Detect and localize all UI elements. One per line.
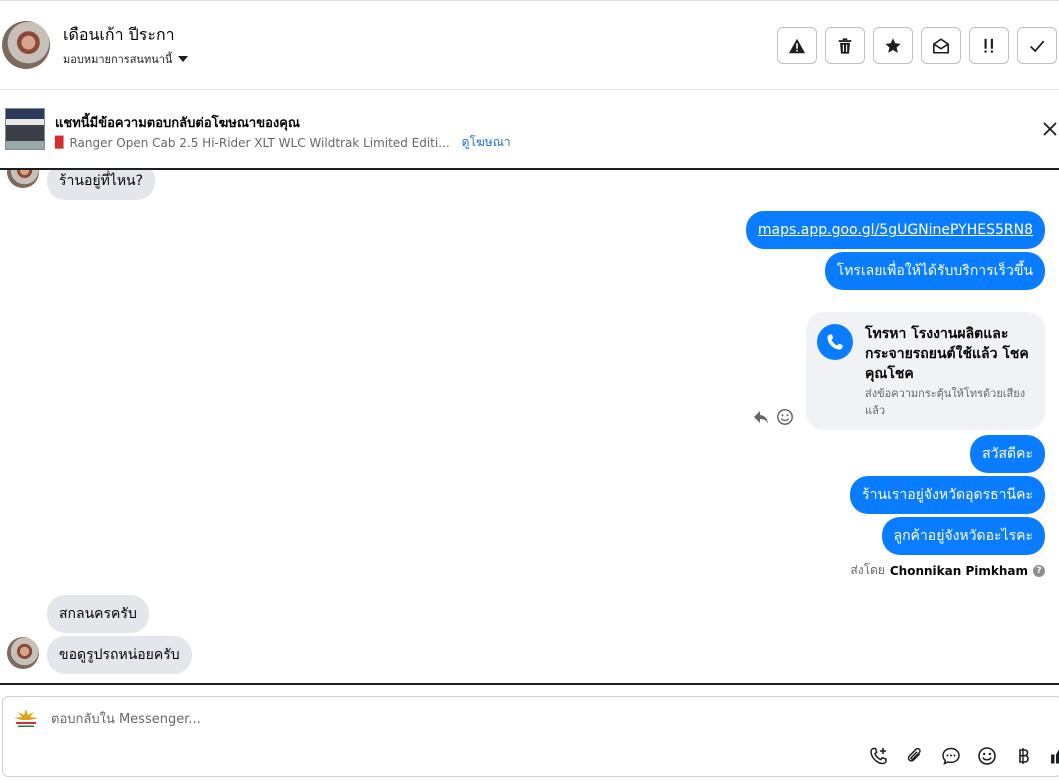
spam-button[interactable] [777,27,817,64]
message-incoming[interactable]: ขอดูรูปรถหน่อยครับ [47,636,192,674]
ad-reply-banner: แชทนี้มีข้อความตอบกลับต่อโฆษณาของคุณ █ R… [0,90,1059,170]
trash-icon [838,37,852,54]
contact-name[interactable]: เดือนเก้า ปีระกา [63,23,175,48]
message-thread[interactable]: ร้านอยู่ที่ไหน? maps.app.goo.gl/5gUGNine… [0,170,1059,683]
close-icon[interactable] [1041,120,1059,138]
reply-input[interactable] [51,707,751,731]
message-actions [752,408,794,426]
like-button[interactable] [1047,744,1059,768]
mark-unread-button[interactable] [921,27,961,64]
reply-composer [0,683,1059,780]
check-icon [1030,39,1045,52]
car-icon: █ [55,136,64,149]
envelope-open-icon [932,37,950,54]
call-card-title: โทรหา โรงงานผลิตและกระจายรถยนต์ใช้แล้ว โ… [865,326,1029,382]
assign-label: มอบหมายการสนทนานี้ [63,53,173,66]
ad-banner-title: แชทนี้มีข้อความตอบกลับต่อโฆษณาของคุณ [55,116,300,131]
composer-box [2,696,1059,777]
saved-replies-button[interactable] [939,744,963,768]
ad-thumbnail[interactable] [5,108,45,150]
emoji-react-icon[interactable] [776,408,794,426]
message-incoming[interactable]: ร้านอยู่ที่ไหน? [47,170,156,200]
baht-icon [1019,748,1029,764]
call-request-button[interactable] [867,744,891,768]
conversation-header: เดือนเก้า ปีระกา มอบหมายการสนทนานี้ [0,0,1059,90]
ad-name: Ranger Open Cab 2.5 Hi-Rider XLT WLC Wil… [69,135,450,150]
ad-banner-subtitle: █ Ranger Open Cab 2.5 Hi-Rider XLT WLC W… [55,133,511,152]
paperclip-icon [907,747,921,762]
maps-link[interactable]: maps.app.goo.gl/5gUGNinePYHES5RN8 [758,222,1033,238]
chat-bubble-icon [942,747,960,765]
caret-down-icon [178,56,189,62]
message-incoming[interactable]: สกลนครครับ [47,595,149,633]
smile-icon [978,747,996,765]
attach-button[interactable] [903,744,927,768]
view-ad-link[interactable]: ดูโฆษณา [462,133,511,152]
star-icon [885,37,901,53]
call-request-card[interactable]: โทรหา โรงงานผลิตและกระจายรถยนต์ใช้แล้ว โ… [806,312,1045,430]
sent-by-label: ส่งโดย [850,563,885,577]
sender-avatar [7,170,39,188]
sender-avatar [7,637,39,669]
phone-icon [817,324,853,360]
emoji-button[interactable] [975,744,999,768]
message-outgoing[interactable]: โทรเลยเพื่อให้ได้รับบริการเร็วขึ้น [824,252,1045,290]
warning-icon [788,38,806,53]
star-button[interactable] [873,27,913,64]
page-logo-icon [14,709,38,727]
mark-done-button[interactable] [1017,27,1057,64]
follow-up-button[interactable] [969,27,1009,64]
header-actions [777,27,1057,64]
phone-plus-icon [870,747,887,765]
message-outgoing[interactable]: ร้านเราอยู่จังหวัดอุดรธานีคะ [850,476,1045,514]
exclamation-icon [984,38,993,53]
message-outgoing[interactable]: สวัสดีคะ [970,435,1045,473]
assign-conversation-dropdown[interactable]: มอบหมายการสนทนานี้ [63,50,189,68]
sent-by-name: Chonnikan Pimkham [889,563,1028,578]
help-icon[interactable]: ? [1033,564,1045,577]
message-outgoing[interactable]: ลูกค้าอยู่จังหวัดอะไรคะ [881,517,1045,555]
reply-icon[interactable] [752,408,770,426]
message-outgoing-link[interactable]: maps.app.goo.gl/5gUGNinePYHES5RN8 [745,211,1045,249]
sent-by-line: ส่งโดย Chonnikan Pimkham ? [850,561,1045,580]
contact-avatar[interactable] [2,21,50,69]
call-card-subtitle: ส่งข้อความกระตุ้นให้โทรด้วยเสียงแล้ว [865,387,1026,417]
delete-button[interactable] [825,27,865,64]
payment-button[interactable] [1011,744,1035,768]
composer-tools [867,744,1059,768]
thumbs-up-icon [1051,749,1059,764]
